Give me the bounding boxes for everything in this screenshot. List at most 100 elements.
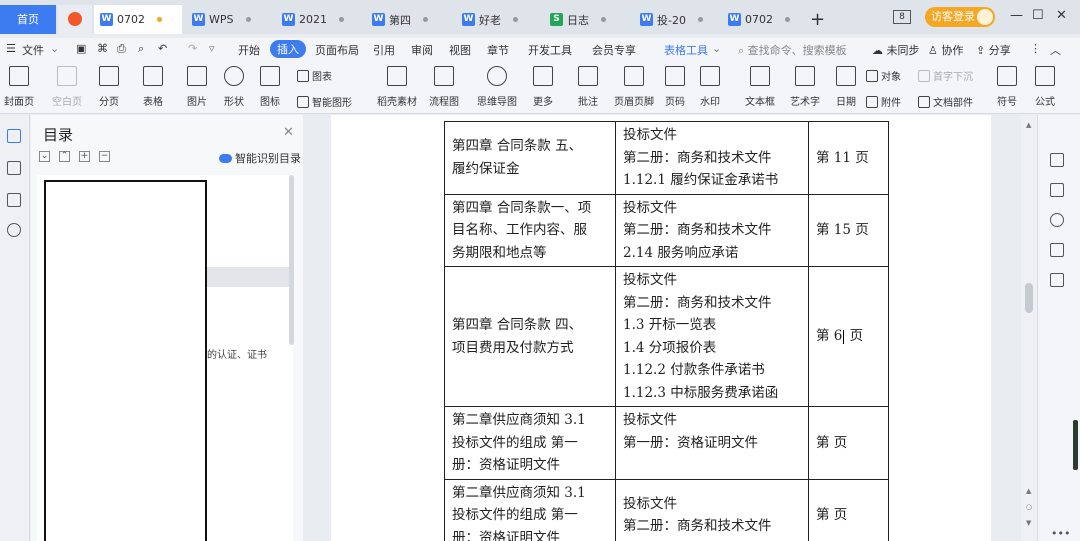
- scrollbar-thumb[interactable]: [1025, 283, 1033, 313]
- file-menu[interactable]: 文件: [22, 42, 44, 58]
- table-cell[interactable]: 第四章 合同条款 五、 履约保证金: [444, 121, 616, 195]
- menu-chapter[interactable]: 章节: [487, 42, 509, 58]
- print-preview-icon[interactable]: ⌕: [138, 42, 144, 56]
- close-icon[interactable]: ✕: [283, 125, 294, 140]
- help-icon[interactable]: [1050, 213, 1064, 227]
- table-cell[interactable]: 投标文件 第二册：商务和技术文件 2.14 服务响应承诺: [615, 193, 809, 267]
- close-window-button[interactable]: ✕: [1056, 8, 1067, 23]
- save-icon[interactable]: ▣: [76, 42, 86, 55]
- shape-button[interactable]: 形状: [224, 66, 244, 108]
- minimize-button[interactable]: —: [1010, 8, 1023, 23]
- page-number-button[interactable]: 页码: [665, 66, 685, 108]
- drop-cap-button[interactable]: 首字下沉: [918, 68, 973, 83]
- symbol-button[interactable]: 符号: [997, 66, 1017, 108]
- doc-tab[interactable]: W 2021: [276, 5, 360, 34]
- flowchart-button[interactable]: 流程图: [429, 66, 459, 108]
- table-cell[interactable]: 第二章供应商须知 3.1 投标文件的组成 第一 册：资格证明文件: [444, 406, 616, 480]
- select-browse-icon[interactable]: ○: [1026, 503, 1032, 511]
- table-cell[interactable]: 第 15 页: [808, 193, 889, 267]
- table-cell-editing[interactable]: 第 6 页: [808, 266, 889, 407]
- prev-page-icon[interactable]: ▲: [1026, 487, 1031, 495]
- document-table[interactable]: 第四章 合同条款 五、 履约保证金 投标文件 第二册：商务和技术文件 1.12.…: [444, 121, 889, 541]
- wps-app-tab[interactable]: [58, 5, 92, 34]
- chevron-down-icon[interactable]: ⌄: [712, 42, 721, 55]
- menu-start[interactable]: 开始: [238, 42, 260, 58]
- doc-tab[interactable]: S 日志: [544, 5, 628, 34]
- doc-tab[interactable]: W 第四: [366, 5, 450, 34]
- toc-item-partial[interactable]: 的认证、证书: [207, 346, 267, 361]
- docer-assets-button[interactable]: 稻壳素材: [377, 66, 417, 108]
- share-button[interactable]: ⇪ 分享: [976, 42, 1011, 58]
- page-break-button[interactable]: 分页: [99, 66, 119, 108]
- toc-icon[interactable]: [7, 129, 21, 143]
- menu-view[interactable]: 视图: [449, 42, 471, 58]
- clipboard-icon[interactable]: [1050, 273, 1064, 287]
- toc-list[interactable]: 的认证、证书: [37, 175, 293, 541]
- menu-insert[interactable]: 插入: [270, 40, 306, 58]
- new-tab-button[interactable]: +: [810, 9, 825, 30]
- table-cell[interactable]: 第二章供应商须知 3.1 投标文件的组成 第一 册：资格证明文件: [444, 478, 616, 541]
- menu-review[interactable]: 审阅: [411, 42, 433, 58]
- side-handle[interactable]: [1073, 420, 1078, 470]
- picture-button[interactable]: 图片: [187, 66, 207, 108]
- smart-art-button[interactable]: 智能图形: [297, 94, 352, 109]
- table-cell[interactable]: 第 11 页: [808, 121, 889, 195]
- collapse-ribbon-icon[interactable]: ︿: [1050, 42, 1061, 58]
- redo-icon[interactable]: ↷: [188, 42, 197, 55]
- table-cell[interactable]: 第 页: [808, 478, 889, 541]
- remove-toc-item-icon[interactable]: −: [99, 151, 110, 162]
- document-scrollbar[interactable]: ▲ ▲ ○ ▼: [1021, 115, 1037, 541]
- doc-tab-active[interactable]: W 0702: [94, 5, 182, 34]
- quick-access-more-icon[interactable]: ▿: [209, 42, 215, 55]
- bookmark-icon[interactable]: [7, 193, 21, 207]
- blank-page-button[interactable]: 空白页: [52, 66, 82, 108]
- chapter-nav-icon[interactable]: [7, 161, 21, 175]
- header-footer-button[interactable]: 页眉页脚: [614, 66, 654, 108]
- table-cell[interactable]: 第四章 合同条款一、项 目名称、工作内容、服 务期限和地点等: [444, 193, 616, 267]
- settings-sliders-icon[interactable]: [1050, 243, 1064, 257]
- more-dots-icon[interactable]: •••: [1051, 527, 1070, 540]
- attachment-button[interactable]: 附件: [866, 94, 901, 109]
- search-icon[interactable]: [7, 223, 21, 237]
- table-cell[interactable]: 投标文件 第二册：商务和技术文件 1.3 开标一览表 1.4 分项报价表 1.1…: [615, 266, 809, 407]
- undo-icon[interactable]: ↶: [158, 42, 167, 55]
- word-art-button[interactable]: 艺术字: [790, 66, 820, 108]
- home-tab[interactable]: 首页: [0, 5, 56, 34]
- hamburger-icon[interactable]: ☰: [6, 42, 16, 55]
- table-cell[interactable]: 投标文件 第二册：商务和技术文件 1.12.1 履约保证金承诺书: [615, 121, 809, 195]
- more-insert-button[interactable]: 更多: [533, 66, 553, 108]
- doc-tab[interactable]: W WPS: [186, 5, 270, 34]
- more-icon[interactable]: ⋮: [1030, 42, 1041, 55]
- date-button[interactable]: 日期: [836, 66, 856, 108]
- scroll-up-icon[interactable]: ▲: [1026, 121, 1031, 129]
- doc-parts-button[interactable]: 文档部件: [918, 94, 973, 109]
- next-page-icon[interactable]: ▼: [1026, 519, 1031, 527]
- table-cell[interactable]: 第四章 合同条款 四、 项目费用及付款方式: [444, 266, 616, 407]
- chevron-down-icon[interactable]: ⌄: [50, 42, 59, 55]
- document-page[interactable]: 第四章 合同条款 五、 履约保证金 投标文件 第二册：商务和技术文件 1.12.…: [331, 115, 991, 541]
- doc-tab[interactable]: W 投-20: [634, 5, 718, 34]
- toc-item-selected[interactable]: [207, 267, 289, 287]
- print-icon[interactable]: ⎙: [117, 42, 126, 56]
- toc-scrollbar[interactable]: [289, 175, 294, 345]
- menu-member[interactable]: 会员专享: [592, 42, 636, 58]
- tab-count-badge[interactable]: 8: [893, 10, 911, 24]
- menu-table-tools[interactable]: 表格工具: [664, 42, 708, 58]
- doc-tab[interactable]: W 好老: [456, 5, 540, 34]
- doc-tab[interactable]: W 0702: [722, 5, 802, 34]
- expand-all-icon[interactable]: ⌄: [39, 151, 50, 162]
- collab-button[interactable]: ♙ 协作: [928, 42, 963, 58]
- guest-login-button[interactable]: 访客登录: [925, 7, 995, 27]
- menu-references[interactable]: 引用: [373, 42, 395, 58]
- pen-icon[interactable]: [1050, 153, 1064, 167]
- unsync-button[interactable]: ☁ 未同步: [872, 42, 920, 58]
- smart-toc-button[interactable]: 智能识别目录: [219, 150, 301, 166]
- text-box-button[interactable]: 文本框: [745, 66, 775, 108]
- watermark-button[interactable]: 水印: [700, 66, 720, 108]
- formula-button[interactable]: 公式: [1035, 66, 1055, 108]
- object-button[interactable]: 对象: [866, 68, 901, 83]
- icon-library-button[interactable]: 图标: [260, 66, 280, 108]
- collapse-all-icon[interactable]: ⌃: [59, 151, 70, 162]
- command-search[interactable]: ⌕ 查找命令、搜索模板: [738, 42, 847, 58]
- menu-dev-tools[interactable]: 开发工具: [528, 42, 572, 58]
